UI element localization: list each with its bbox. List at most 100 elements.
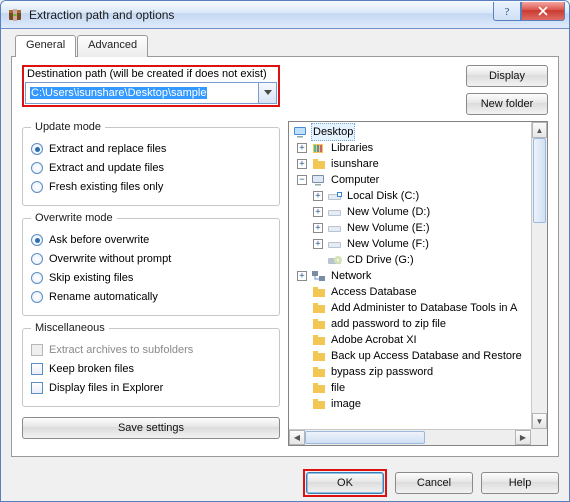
vertical-scrollbar[interactable]: ▲ ▼ <box>531 122 547 429</box>
destination-value: C:\Users\isunshare\Desktop\sample <box>30 87 207 99</box>
cd-drive-icon <box>327 252 343 268</box>
tree-vol-e[interactable]: New Volume (E:) <box>345 220 432 236</box>
expand-icon[interactable]: + <box>297 159 307 169</box>
scroll-left-icon[interactable]: ◀ <box>289 430 305 445</box>
drive-icon <box>327 204 343 220</box>
update-opt-fresh[interactable]: Fresh existing files only <box>31 178 271 196</box>
radio-icon <box>31 272 43 284</box>
window-buttons: ? <box>493 2 565 22</box>
destination-dropdown-button[interactable] <box>259 82 277 104</box>
tree-folder[interactable]: bypass zip password <box>329 364 435 380</box>
tree-folder[interactable]: image <box>329 396 363 412</box>
tab-strip: General Advanced <box>15 35 559 57</box>
misc-group: Miscellaneous Extract archives to subfol… <box>22 322 280 407</box>
tab-advanced-label: Advanced <box>88 39 137 51</box>
expand-icon[interactable]: + <box>313 191 323 201</box>
tree-network[interactable]: Network <box>329 268 373 284</box>
close-button[interactable] <box>521 2 565 21</box>
chevron-down-icon <box>264 90 272 96</box>
expand-icon[interactable]: + <box>297 143 307 153</box>
destination-highlight: Destination path (will be created if doe… <box>22 65 280 107</box>
folder-icon <box>311 300 327 316</box>
cancel-button[interactable]: Cancel <box>395 472 473 494</box>
scroll-up-icon[interactable]: ▲ <box>532 122 547 138</box>
ok-button[interactable]: OK <box>306 472 384 494</box>
overwrite-opt-skip[interactable]: Skip existing files <box>31 269 271 287</box>
overwrite-opt-ask-label: Ask before overwrite <box>49 234 149 246</box>
tree-localdisk[interactable]: Local Disk (C:) <box>345 188 421 204</box>
update-mode-group: Update mode Extract and replace files Ex… <box>22 121 280 206</box>
tree-folder[interactable]: Add Administer to Database Tools in A <box>329 300 519 316</box>
tree-folder[interactable]: Adobe Acrobat XI <box>329 332 419 348</box>
save-settings-label: Save settings <box>118 422 184 434</box>
overwrite-opt-rename[interactable]: Rename automatically <box>31 288 271 306</box>
misc-opt-display-explorer[interactable]: Display files in Explorer <box>31 379 271 397</box>
tree-desktop[interactable]: Desktop <box>311 123 355 141</box>
libraries-icon <box>311 140 327 156</box>
scroll-thumb[interactable] <box>305 431 425 444</box>
tree-folder[interactable]: file <box>329 380 347 396</box>
scroll-thumb[interactable] <box>533 138 546 223</box>
horizontal-scrollbar[interactable]: ◀ ▶ <box>289 429 531 445</box>
expand-icon[interactable]: + <box>297 271 307 281</box>
window-title: Extraction path and options <box>29 8 493 22</box>
drive-icon <box>327 236 343 252</box>
radio-icon <box>31 162 43 174</box>
radio-icon <box>31 234 43 246</box>
misc-opt-keep-broken[interactable]: Keep broken files <box>31 360 271 378</box>
tab-general[interactable]: General <box>15 35 76 57</box>
tree-user[interactable]: isunshare <box>329 156 381 172</box>
overwrite-opt-ask[interactable]: Ask before overwrite <box>31 231 271 249</box>
folder-icon <box>311 396 327 412</box>
computer-icon <box>311 172 327 188</box>
radio-icon <box>31 181 43 193</box>
radio-icon <box>31 143 43 155</box>
checkbox-icon <box>31 363 43 375</box>
scroll-down-icon[interactable]: ▼ <box>532 413 547 429</box>
dialog-window: Extraction path and options ? General Ad… <box>0 0 570 502</box>
overwrite-opt-without[interactable]: Overwrite without prompt <box>31 250 271 268</box>
app-icon <box>7 7 23 23</box>
new-folder-button[interactable]: New folder <box>466 93 548 115</box>
collapse-icon[interactable]: − <box>297 175 307 185</box>
help-footer-button[interactable]: Help <box>481 472 559 494</box>
expand-icon[interactable]: + <box>313 207 323 217</box>
tree-folder[interactable]: add password to zip file <box>329 316 448 332</box>
checkbox-icon <box>31 382 43 394</box>
destination-combo[interactable]: C:\Users\isunshare\Desktop\sample <box>25 82 277 104</box>
overwrite-opt-rename-label: Rename automatically <box>49 291 158 303</box>
checkbox-icon <box>31 344 43 356</box>
ok-highlight: OK <box>303 469 387 497</box>
tree-folder[interactable]: Access Database <box>329 284 419 300</box>
help-button[interactable]: ? <box>493 2 521 21</box>
tree-vol-f[interactable]: New Volume (F:) <box>345 236 431 252</box>
tree-cd-g[interactable]: CD Drive (G:) <box>345 252 416 268</box>
folder-icon <box>311 316 327 332</box>
destination-input[interactable]: C:\Users\isunshare\Desktop\sample <box>25 82 259 104</box>
overwrite-opt-skip-label: Skip existing files <box>49 272 133 284</box>
overwrite-opt-without-label: Overwrite without prompt <box>49 253 171 265</box>
network-icon <box>311 268 327 284</box>
expand-icon[interactable]: + <box>313 239 323 249</box>
svg-text:?: ? <box>505 6 510 16</box>
folder-icon <box>311 332 327 348</box>
tree-computer[interactable]: Computer <box>329 172 381 188</box>
ok-button-label: OK <box>337 477 353 489</box>
tab-general-label: General <box>26 39 65 51</box>
scroll-right-icon[interactable]: ▶ <box>515 430 531 445</box>
dialog-body: General Advanced Destination path (will … <box>1 29 569 465</box>
display-button-label: Display <box>489 70 525 82</box>
folder-tree[interactable]: Desktop +Libraries +isunshare −Computer … <box>288 121 548 446</box>
save-settings-button[interactable]: Save settings <box>22 417 280 439</box>
folder-icon <box>311 348 327 364</box>
folder-icon <box>311 364 327 380</box>
tab-advanced[interactable]: Advanced <box>77 35 148 57</box>
dialog-footer: OK Cancel Help <box>1 465 569 501</box>
tree-folder[interactable]: Back up Access Database and Restore <box>329 348 524 364</box>
tree-libraries[interactable]: Libraries <box>329 140 375 156</box>
tree-vol-d[interactable]: New Volume (D:) <box>345 204 432 220</box>
display-button[interactable]: Display <box>466 65 548 87</box>
expand-icon[interactable]: + <box>313 223 323 233</box>
update-opt-replace[interactable]: Extract and replace files <box>31 140 271 158</box>
update-opt-update[interactable]: Extract and update files <box>31 159 271 177</box>
